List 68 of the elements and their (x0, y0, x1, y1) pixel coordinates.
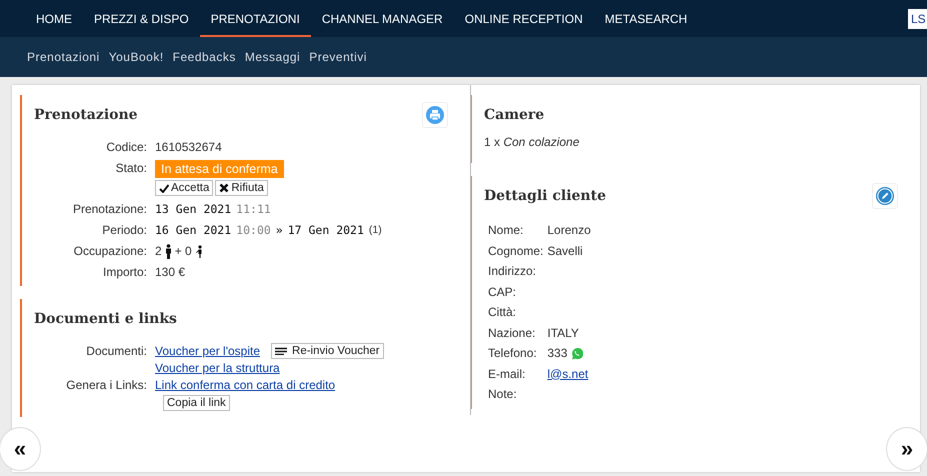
person-figure-icon (164, 244, 172, 258)
field-label: Prenotazione: (72, 201, 147, 217)
field-label: Occupazione: (72, 243, 147, 259)
print-button[interactable] (422, 102, 448, 128)
field-label: Documenti: (85, 343, 147, 359)
document-link[interactable]: Voucher per l'ospite (155, 343, 260, 359)
nav-tab[interactable]: ONLINE RECEPTION (454, 2, 594, 37)
field-label: Indirizzo: (488, 263, 538, 280)
section-title: Documenti e links (34, 311, 177, 327)
field-label: Codice: (105, 139, 147, 155)
field-label: CAP: (488, 284, 518, 300)
date-text: 16 Gen 2021 (155, 222, 232, 238)
reject-button[interactable]: Rifiuta (215, 180, 268, 196)
field-label: Periodo: (101, 222, 147, 238)
child-figure-icon (194, 244, 203, 258)
document-link[interactable]: Voucher per la struttura (155, 360, 280, 376)
previous-button[interactable]: « (0, 427, 41, 471)
time-text: 11:11 (236, 201, 271, 217)
document-link[interactable]: Link conferma con carta di credito (155, 377, 336, 393)
field-value: Savelli (547, 242, 583, 259)
date-text: 13 Gen 2021 (155, 201, 232, 217)
time-text: 10:00 (236, 222, 271, 238)
pencil-icon (876, 187, 894, 205)
field-label: Telefono: (488, 345, 538, 362)
account-badge[interactable]: LS (908, 8, 927, 28)
field-label: E-mail: (488, 366, 526, 382)
check-icon (159, 183, 169, 193)
section-title: Prenotazione (34, 107, 138, 123)
sub-nav-link[interactable]: Preventivi (309, 50, 367, 64)
section-title: Dettagli cliente (484, 188, 606, 204)
sub-nav-link[interactable]: Messaggi (244, 50, 300, 64)
nights-count: (1) (368, 223, 382, 238)
nav-tab[interactable]: CHANNEL MANAGER (310, 2, 454, 37)
lines-icon (275, 347, 288, 355)
field-label: Importo: (102, 264, 147, 280)
range-separator: » (276, 222, 283, 238)
sub-nav-link[interactable]: Prenotazioni (27, 50, 100, 64)
field-label: Note: (488, 386, 518, 402)
copy-link-button[interactable]: Copia il link (163, 395, 230, 411)
field-label: Cognome: (488, 242, 544, 259)
section-title: Camere (484, 107, 544, 123)
field-value: ITALY (547, 324, 579, 341)
field-value: Lorenzo (547, 222, 591, 238)
room-summary: 1 x Con colazione (484, 135, 580, 149)
field-value: 130 € (155, 264, 186, 280)
edit-button[interactable] (872, 183, 898, 209)
phone-number: 333 (547, 345, 568, 362)
accept-button[interactable]: Accetta (155, 180, 214, 196)
nav-tab[interactable]: HOME (25, 2, 83, 37)
field-label: Stato: (114, 160, 147, 177)
nav-tab[interactable]: METASEARCH (594, 2, 698, 37)
resend-button[interactable]: Re-invio Voucher (271, 343, 384, 359)
adults-count: 2 (155, 243, 162, 259)
sub-nav-link[interactable]: Feedbacks (172, 50, 236, 64)
field-label: Genera i Links: (65, 377, 147, 394)
chat-bubble-icon (570, 346, 584, 360)
email-link[interactable]: l@s.net (547, 366, 588, 382)
field-label: Città: (488, 304, 518, 320)
status-badge: In attesa di conferma (155, 160, 284, 178)
date-text: 17 Gen 2021 (288, 222, 364, 238)
children-count: + 0 (174, 243, 192, 259)
cross-icon (219, 183, 230, 193)
printer-icon (426, 106, 444, 124)
sub-nav-link[interactable]: YouBook! (108, 50, 164, 64)
field-value: 1610532674 (155, 139, 222, 155)
nav-tab[interactable]: PREZZI & DISPO (83, 2, 200, 37)
field-label: Nome: (488, 222, 524, 238)
field-label: Nazione: (488, 324, 536, 341)
